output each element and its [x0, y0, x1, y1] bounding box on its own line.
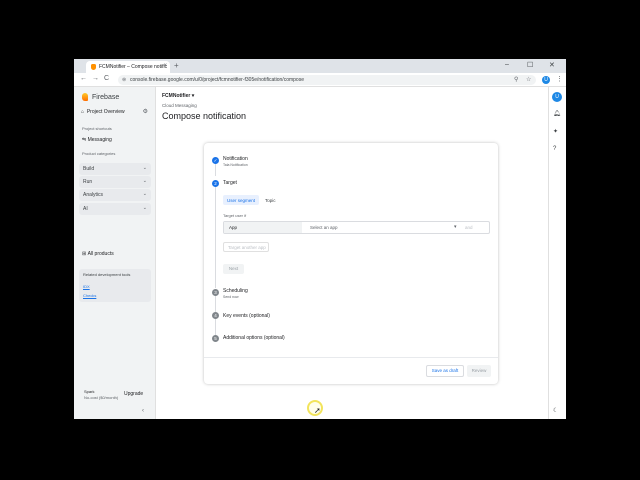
category-analytics[interactable]: Analytics ⌄ [79, 189, 151, 201]
chevron-down-icon: ⌄ [142, 205, 147, 211]
avatar[interactable]: U [552, 92, 562, 102]
url-text: console.firebase.google.com/u/0/project/… [130, 77, 304, 83]
compose-card: ✓ Notification Tala Notification 2 Targe… [204, 143, 498, 384]
project-shortcuts-label: Project shortcuts [82, 126, 112, 131]
category-ai[interactable]: AI ⌄ [79, 203, 151, 215]
tab-title: FCMNotifier – Compose notific [99, 64, 168, 70]
related-tools-title: Related development tools [83, 272, 131, 277]
firebase-logo[interactable]: Firebase [82, 93, 119, 101]
step-2-title[interactable]: Target [223, 180, 237, 186]
star-icon[interactable]: ☆ [526, 76, 531, 83]
messaging-label: Messaging [87, 137, 112, 143]
project-selector[interactable]: FCMNotifier ▾ [162, 93, 194, 99]
step-1-title[interactable]: Notification [223, 156, 248, 162]
chevron-down-icon: ⌄ [142, 191, 147, 197]
sidebar: Firebase ⌂ Project Overview ⚙ Project sh… [74, 87, 155, 419]
sparkle-icon[interactable]: ✦ [553, 128, 558, 135]
step-3-number: 3 [212, 289, 219, 296]
main-content: FCMNotifier ▾ Cloud Messaging Compose no… [156, 87, 548, 419]
chevron-down-icon: ⌄ [142, 178, 147, 184]
gear-icon[interactable]: ⚙ [143, 108, 148, 115]
step-connector [215, 318, 216, 335]
firebase-favicon-icon [91, 64, 96, 70]
reload-icon[interactable]: C [104, 75, 109, 82]
mouse-cursor-icon: ➚ [314, 406, 321, 415]
category-run[interactable]: Run ⌄ [79, 176, 151, 188]
app-field: App [224, 222, 302, 233]
category-label: Build [83, 166, 95, 172]
profile-avatar[interactable]: U [542, 76, 550, 84]
firebase-console: Firebase ⌂ Project Overview ⚙ Project sh… [74, 87, 566, 419]
tab-close-icon[interactable]: × [163, 63, 167, 69]
project-overview-label: Project Overview [86, 109, 125, 115]
user-segment-tab[interactable]: User segment [223, 195, 260, 205]
step-connector [215, 181, 216, 288]
sidebar-item-messaging[interactable]: ⇋ Messaging [82, 137, 112, 143]
step-4-number: 4 [212, 312, 219, 319]
forward-icon[interactable]: → [92, 75, 99, 82]
maximize-button[interactable]: ☐ [527, 61, 533, 69]
breadcrumb: Cloud Messaging [162, 103, 197, 108]
bell-icon[interactable]: 🔔︎ [553, 110, 561, 117]
step-connector [215, 295, 216, 312]
dark-mode-icon[interactable]: ☾ [553, 407, 558, 414]
search-icon[interactable]: ⚲ [514, 76, 518, 83]
save-as-draft-button[interactable]: Save as draft [426, 365, 464, 377]
back-icon[interactable]: ← [80, 75, 87, 82]
target-user-label: Target user if [223, 213, 247, 218]
tab-strip: FCMNotifier – Compose notific × + – ☐ ✕ [74, 59, 566, 73]
firebase-flame-icon [82, 93, 88, 101]
next-button[interactable]: Next [223, 264, 244, 274]
more-menu-icon[interactable]: ⋮ [556, 75, 563, 83]
step-5-number: 5 [212, 335, 219, 342]
upgrade-button[interactable]: Upgrade [124, 391, 143, 397]
brand-name: Firebase [92, 93, 120, 101]
select-app-dropdown[interactable]: Select an app [310, 225, 338, 230]
caret-down-icon[interactable]: ▾ [454, 224, 457, 230]
step-4-title[interactable]: Key events (optional) [223, 313, 270, 319]
address-bar[interactable]: ⊜ console.firebase.google.com/u/0/projec… [118, 75, 536, 85]
category-build[interactable]: Build ⌄ [79, 163, 151, 175]
new-tab-button[interactable]: + [174, 61, 179, 70]
collapse-sidebar-icon[interactable]: ‹ [142, 408, 144, 414]
page-title: Compose notification [162, 111, 247, 121]
browser-window: FCMNotifier – Compose notific × + – ☐ ✕ … [74, 59, 566, 419]
related-tools-panel: Related development tools IDX Checks [79, 269, 151, 302]
chevron-down-icon: ⌄ [142, 165, 147, 171]
minimize-button[interactable]: – [505, 61, 509, 68]
right-rail: U 🔔︎ ✦ ? ☾ [548, 87, 566, 419]
close-window-button[interactable]: ✕ [549, 61, 555, 69]
step-3-sub: Send now [223, 295, 239, 299]
category-label: AI [83, 206, 88, 212]
plan-name: Spark [84, 389, 95, 394]
home-icon: ⌂ [81, 109, 86, 115]
and-button[interactable]: and [465, 225, 473, 230]
project-overview-link[interactable]: ⌂ Project Overview ⚙ [81, 109, 151, 115]
step-3-title[interactable]: Scheduling [223, 288, 248, 294]
all-products-label: All products [87, 251, 114, 257]
category-label: Analytics [83, 192, 104, 198]
idx-link[interactable]: IDX [83, 284, 90, 289]
plan-footer: Spark No-cost ($0/month) Upgrade ‹ [74, 378, 155, 419]
plan-sub: No-cost ($0/month) [84, 395, 119, 400]
all-products-link[interactable]: ⊞ All products [82, 251, 114, 257]
step-2-number: 2 [212, 180, 219, 187]
category-label: Run [83, 179, 93, 185]
product-categories-label: Product categories [82, 151, 116, 156]
topic-tab[interactable]: Topic [261, 195, 280, 205]
help-icon[interactable]: ? [553, 146, 556, 152]
address-bar-row: ← → C ⊜ console.firebase.google.com/u/0/… [74, 73, 566, 87]
review-button[interactable]: Review [467, 365, 491, 377]
step-1-sub: Tala Notification [223, 163, 248, 167]
card-footer-divider [204, 357, 498, 358]
browser-tab[interactable]: FCMNotifier – Compose notific × [86, 61, 170, 73]
target-another-app-button[interactable]: Target another app [223, 242, 269, 252]
site-info-icon[interactable]: ⊜ [122, 77, 126, 83]
step-1-check-icon: ✓ [212, 157, 219, 164]
target-app-row: App Select an app ▾ and [223, 221, 490, 234]
step-5-title[interactable]: Additional options (optional) [223, 335, 285, 341]
checks-link[interactable]: Checks [83, 293, 96, 298]
